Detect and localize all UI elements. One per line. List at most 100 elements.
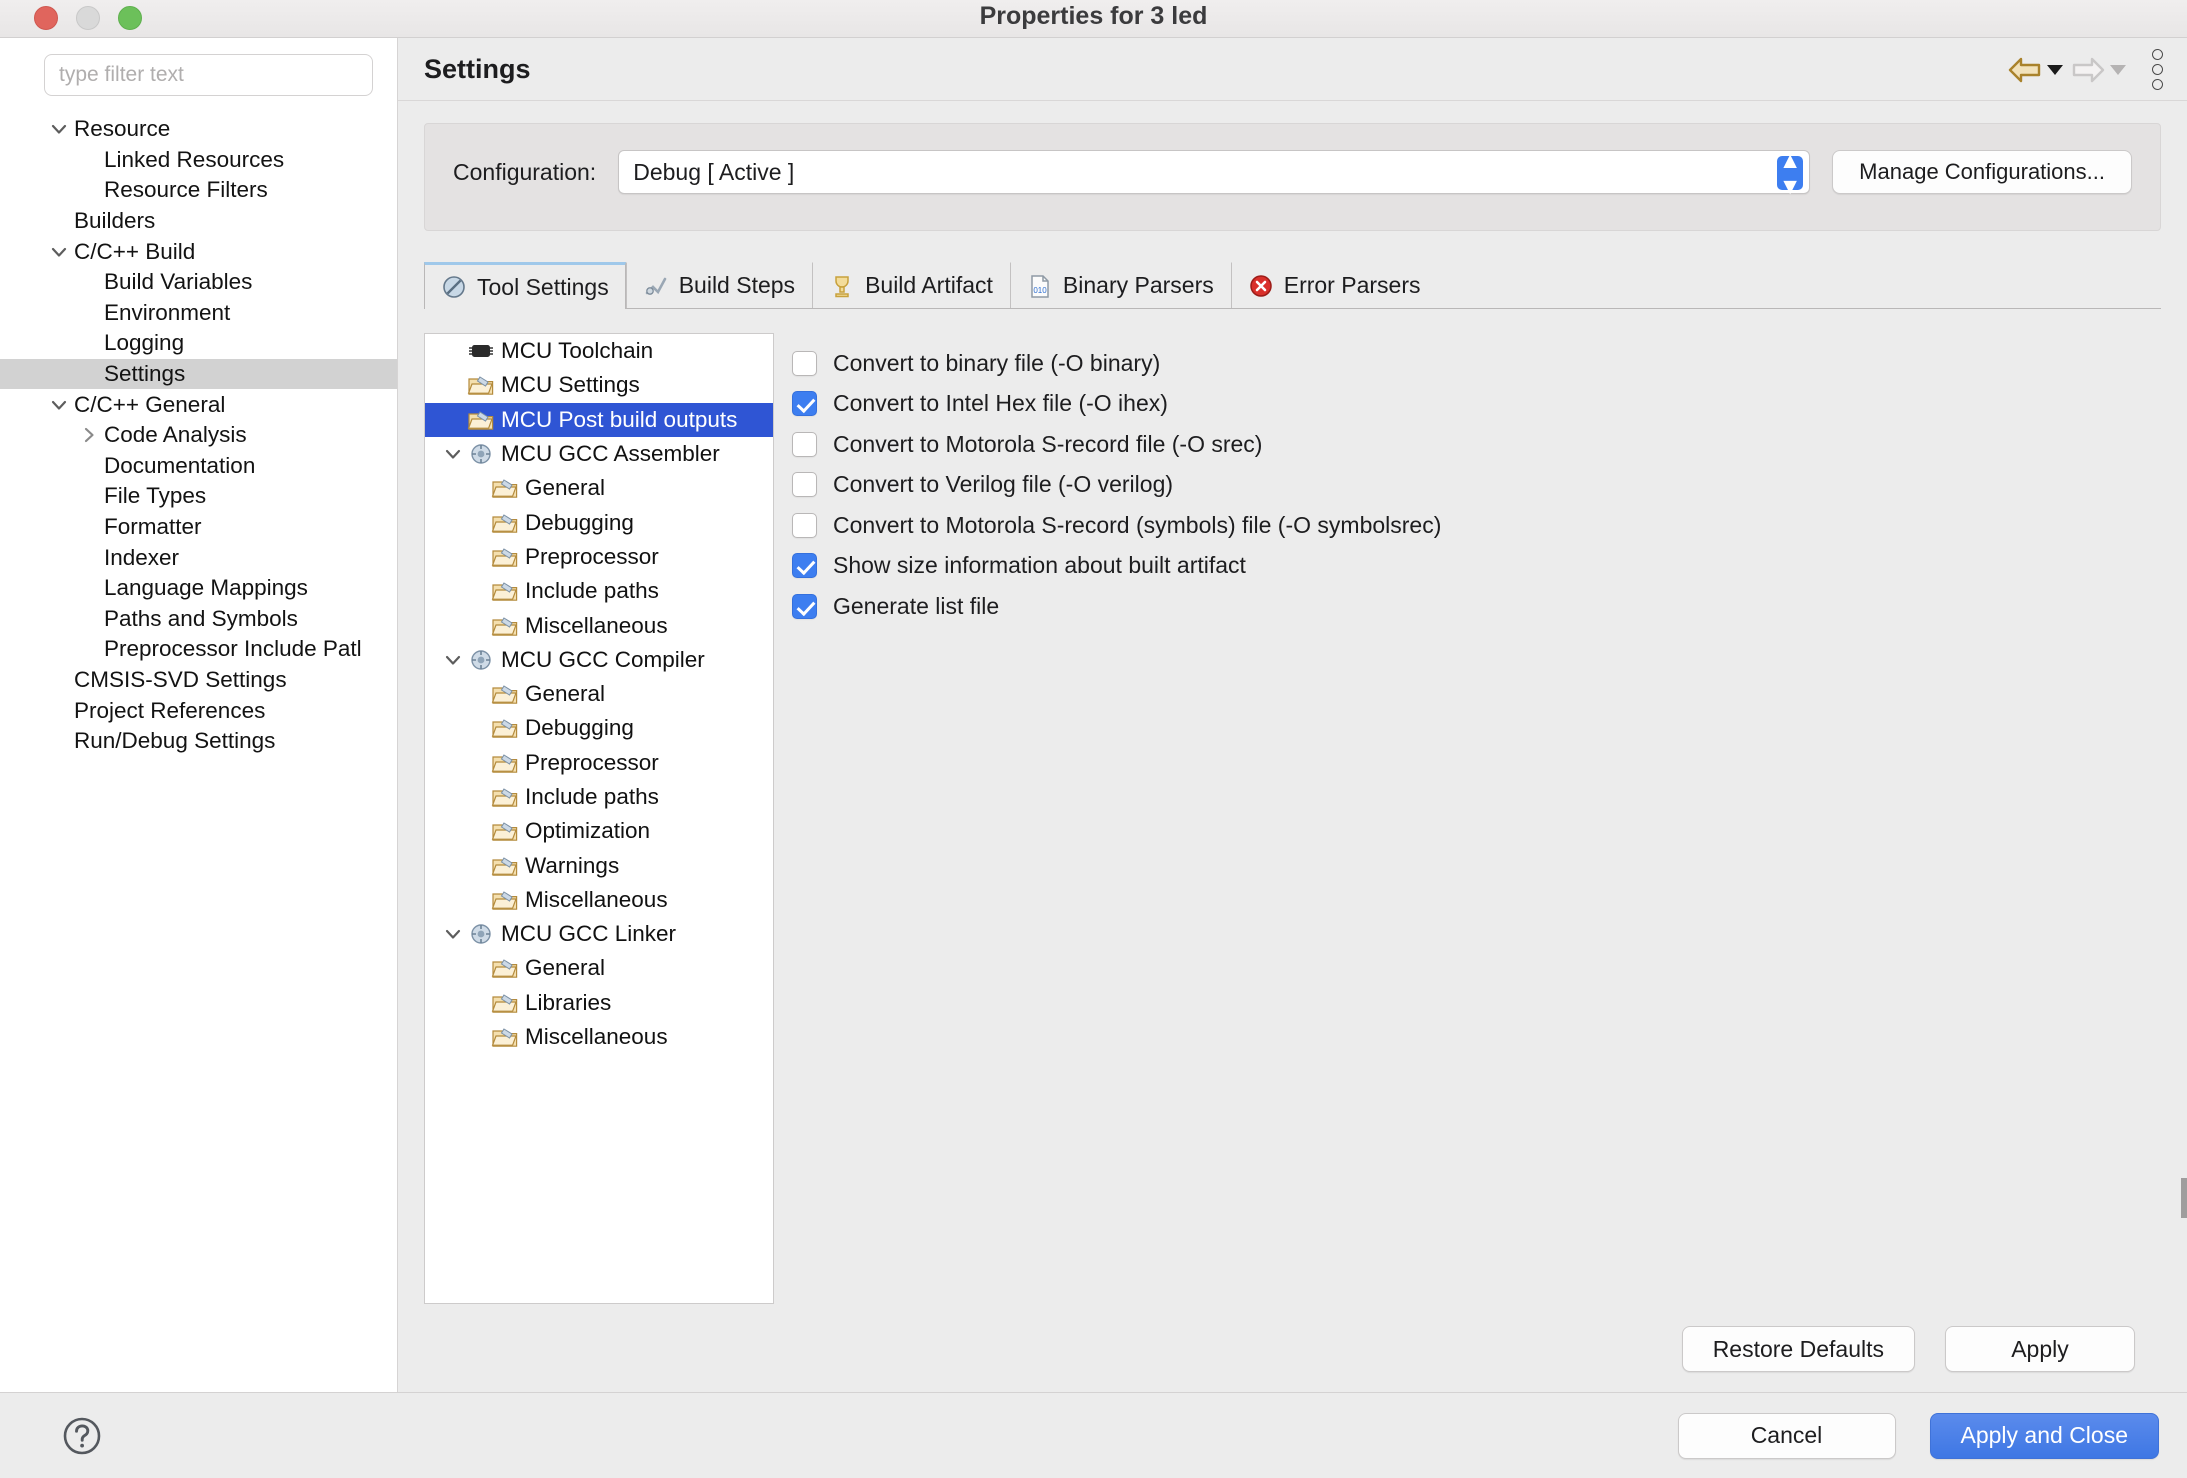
sidebar-item-preprocessor-include-patl[interactable]: Preprocessor Include Patl [0,634,397,665]
manage-configurations-button[interactable]: Manage Configurations... [1832,150,2132,194]
sidebar-item-c-c-general[interactable]: C/C++ General [0,389,397,420]
tool-tree-item[interactable]: Debugging [425,505,773,539]
sidebar-item-resource-filters[interactable]: Resource Filters [0,175,397,206]
chevron-down-icon[interactable] [439,444,467,464]
back-dropdown-caret[interactable] [2047,64,2063,75]
tool-tree-item[interactable]: General [425,951,773,985]
properties-dialog: Properties for 3 led Resource Linked Reso… [0,0,2187,1478]
sidebar-item-formatter[interactable]: Formatter [0,512,397,543]
option-row[interactable]: Convert to Verilog file (-O verilog) [792,465,2161,506]
tool-tree-item[interactable]: MCU GCC Assembler [425,437,773,471]
sidebar-item-paths-and-symbols[interactable]: Paths and Symbols [0,604,397,635]
forward-dropdown-caret[interactable] [2110,64,2126,75]
sidebar-item-indexer[interactable]: Indexer [0,542,397,573]
option-label: Generate list file [833,592,1000,619]
option-row[interactable]: Convert to Motorola S-record file (-O sr… [792,424,2161,465]
sidebar-item-label: C/C++ Build [74,238,196,264]
chevron-down-icon[interactable] [44,395,74,415]
sidebar-item-build-variables[interactable]: Build Variables [0,267,397,298]
error-parsers-icon [1248,273,1274,299]
tab-label: Build Steps [678,272,796,298]
option-checkbox[interactable] [792,553,817,579]
sidebar-item-builders[interactable]: Builders [0,206,397,237]
option-row[interactable]: Show size information about built artifa… [792,546,2161,587]
sidebar-item-c-c-build[interactable]: C/C++ Build [0,236,397,267]
option-row[interactable]: Convert to Motorola S-record (symbols) f… [792,505,2161,546]
tool-tree-item[interactable]: MCU Post build outputs [425,402,773,437]
tool-tree-item[interactable]: Include paths [425,780,773,814]
svg-text:010: 010 [1033,286,1047,295]
chevron-down-icon[interactable] [44,119,74,139]
gear-icon [467,922,495,946]
option-row[interactable]: Convert to binary file (-O binary) [792,343,2161,384]
tool-tree-item[interactable]: MCU GCC Compiler [425,643,773,677]
sidebar-item-environment[interactable]: Environment [0,298,397,329]
tab-build-artifact[interactable]: Build Artifact [812,262,1010,308]
option-row[interactable]: Convert to Intel Hex file (-O ihex) [792,384,2161,425]
tool-tree-item[interactable]: General [425,471,773,505]
tab-tool-settings[interactable]: Tool Settings [424,262,626,309]
chevron-down-icon[interactable] [439,924,467,944]
chevron-down-icon[interactable] [439,650,467,670]
tool-tree-item[interactable]: Libraries [425,986,773,1020]
sidebar-item-settings[interactable]: Settings [0,358,397,390]
option-checkbox[interactable] [792,472,817,498]
tool-tree-item[interactable]: Include paths [425,574,773,608]
restore-defaults-button[interactable]: Restore Defaults [1681,1326,1915,1372]
tool-tree-item[interactable]: Debugging [425,711,773,745]
configuration-select[interactable]: Debug [ Active ] ▲ ▼ [618,148,1811,197]
tab-binary-parsers[interactable]: 010 Binary Parsers [1009,262,1231,308]
tool-tree-item[interactable]: Miscellaneous [425,608,773,642]
sidebar-item-cmsis-svd-settings[interactable]: CMSIS-SVD Settings [0,665,397,696]
option-checkbox[interactable] [792,350,817,376]
tool-tree-item[interactable]: MCU Toolchain [425,334,773,368]
forward-button[interactable] [2071,56,2126,84]
chevron-updown-icon[interactable]: ▲ ▼ [1777,148,1804,197]
tool-tree-item[interactable]: Optimization [425,814,773,848]
sidebar-item-label: Project References [74,697,266,723]
sidebar-item-logging[interactable]: Logging [0,328,397,359]
tool-tree-item-label: Debugging [525,509,634,535]
sidebar-item-project-references[interactable]: Project References [0,695,397,726]
tool-tree-item[interactable]: Preprocessor [425,746,773,780]
apply-button[interactable]: Apply [1945,1326,2135,1372]
option-checkbox[interactable] [792,512,817,538]
settings-sidebar: Resource Linked Resources Resource Filters… [0,38,398,1392]
help-icon[interactable] [62,1416,102,1456]
tool-tree-item[interactable]: Miscellaneous [425,1020,773,1054]
sidebar-item-run-debug-settings[interactable]: Run/Debug Settings [0,726,397,757]
folder-icon [491,545,519,569]
tool-tree-item[interactable]: Warnings [425,848,773,882]
tool-tree-item[interactable]: MCU Settings [425,368,773,402]
option-row[interactable]: Generate list file [792,586,2161,627]
apply-and-close-button[interactable]: Apply and Close [1929,1412,2159,1459]
option-checkbox[interactable] [792,391,817,417]
tool-tree-item-label: Libraries [525,989,612,1015]
sidebar-item-code-analysis[interactable]: Code Analysis [0,420,397,451]
folder-icon [491,991,519,1015]
tab-build-steps[interactable]: Build Steps [625,262,812,308]
tab-error-parsers[interactable]: Error Parsers [1230,262,1438,308]
back-button[interactable] [2008,56,2063,84]
filter-input[interactable] [44,54,373,96]
sidebar-item-label: Build Variables [104,269,253,295]
sidebar-item-documentation[interactable]: Documentation [0,451,397,482]
option-checkbox[interactable] [792,593,817,619]
tool-tree-item[interactable]: General [425,677,773,711]
chevron-right-icon[interactable] [74,425,104,445]
view-menu-icon[interactable] [2152,49,2163,90]
sidebar-item-language-mappings[interactable]: Language Mappings [0,573,397,604]
window-scrollbar-thumb[interactable] [2181,1178,2187,1218]
tool-tree-item[interactable]: Preprocessor [425,540,773,574]
cancel-button[interactable]: Cancel [1677,1412,1896,1459]
chevron-down-icon[interactable] [44,242,74,262]
tool-tree-item[interactable]: Miscellaneous [425,883,773,917]
tab-label: Binary Parsers [1062,272,1214,298]
tool-tree[interactable]: MCU Toolchain MCU Settings MCU Post build … [424,333,774,1304]
option-checkbox[interactable] [792,431,817,457]
sidebar-item-label: Preprocessor Include Patl [104,636,362,662]
tool-tree-item[interactable]: MCU GCC Linker [425,917,773,951]
sidebar-item-file-types[interactable]: File Types [0,481,397,512]
sidebar-item-linked-resources[interactable]: Linked Resources [0,145,397,176]
sidebar-item-resource[interactable]: Resource [0,114,397,145]
